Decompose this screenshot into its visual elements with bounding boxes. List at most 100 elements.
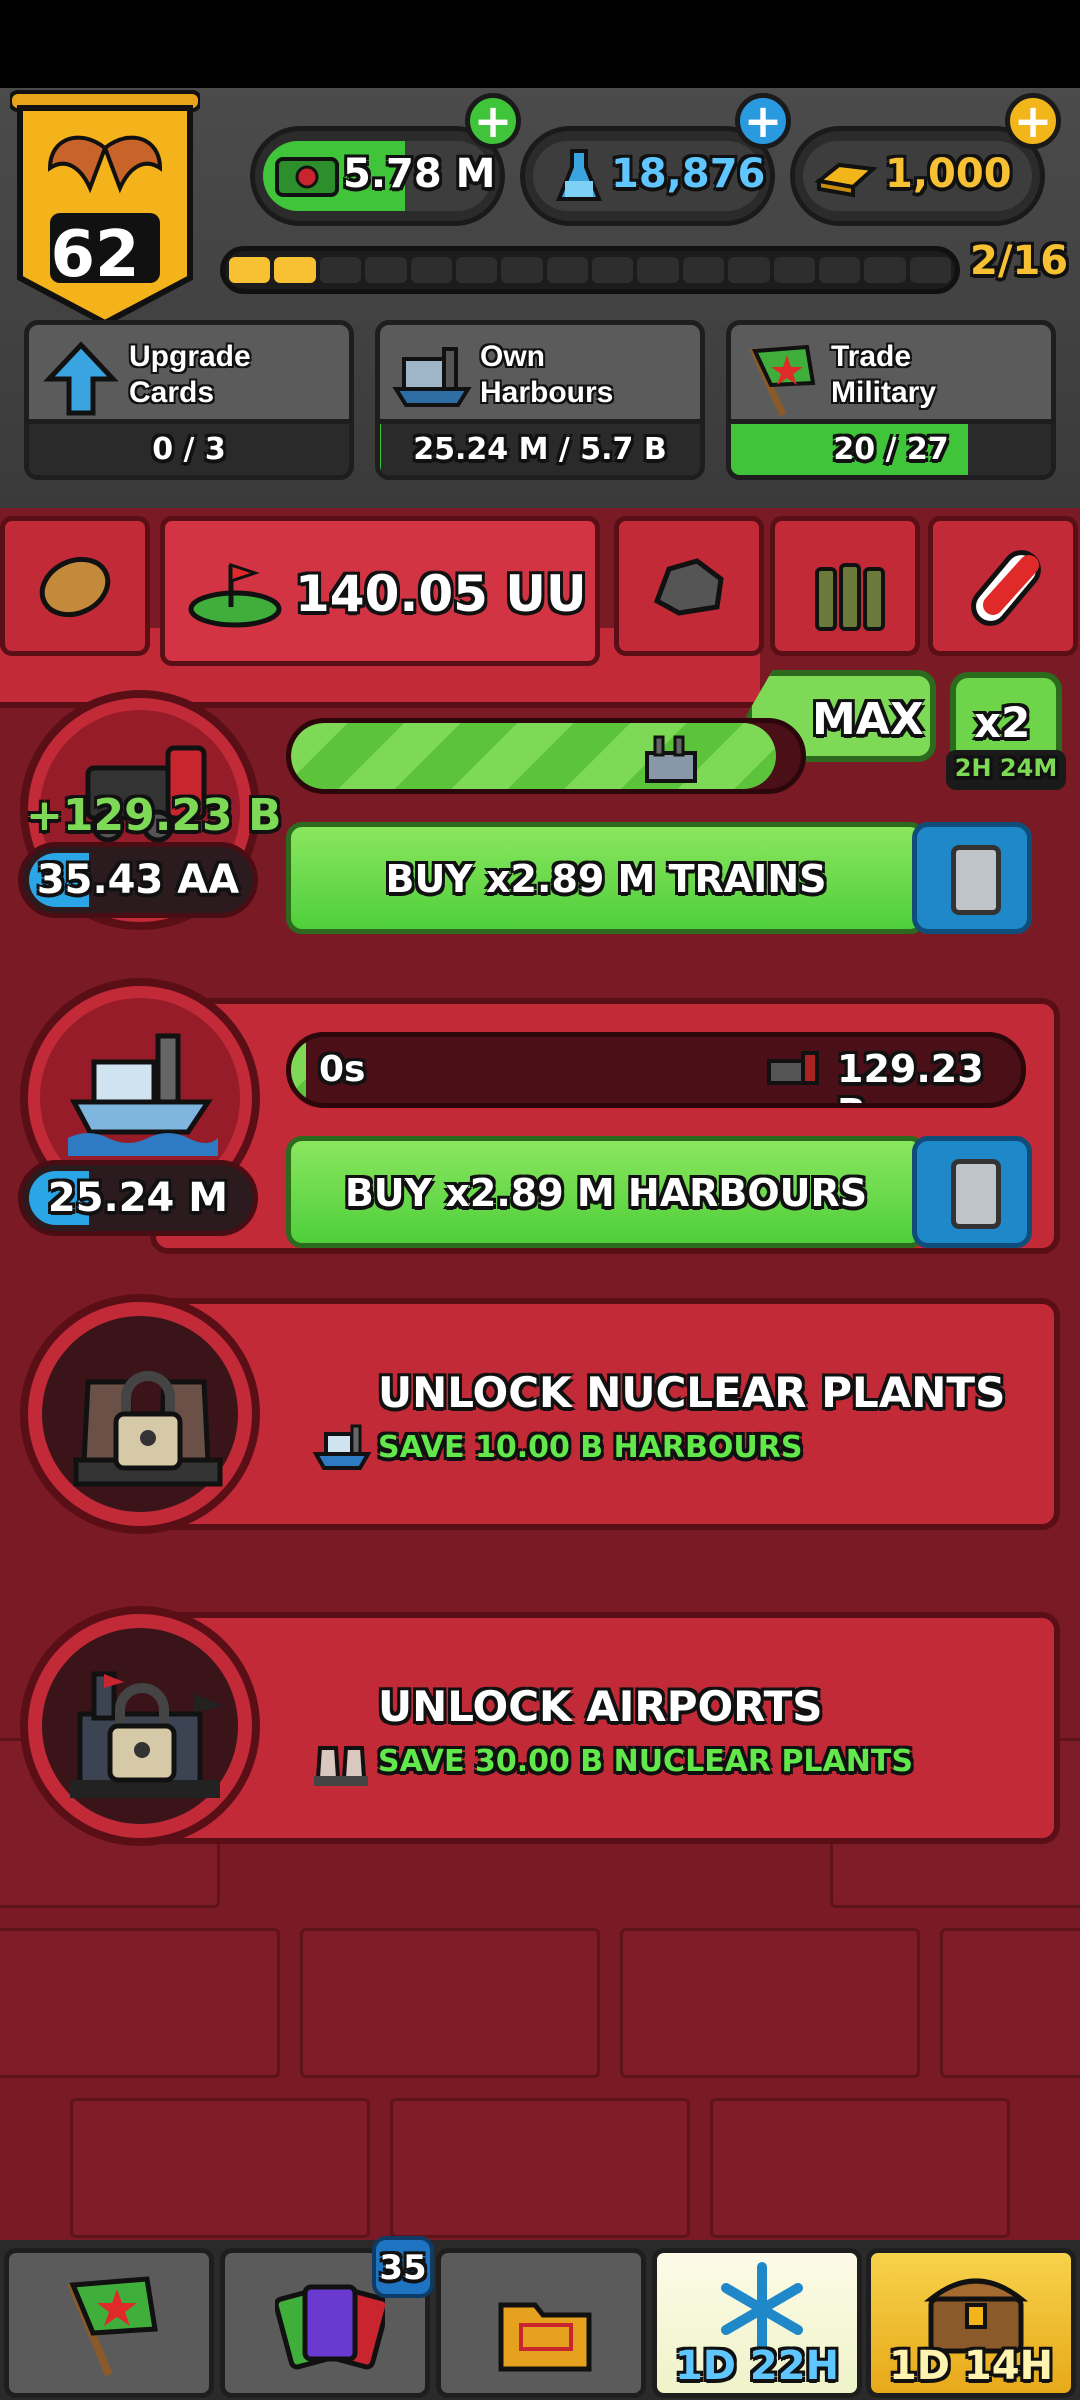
- xp-segment: [365, 257, 407, 283]
- task-trade-military[interactable]: Trade Military 20 / 27: [726, 320, 1056, 480]
- folder-icon: [498, 2302, 592, 2372]
- harbours-progress-bar: 0s 129.23 B: [286, 1032, 1026, 1108]
- card-icon: [951, 1159, 1001, 1229]
- task-progress-text: 0 / 3: [152, 432, 226, 467]
- xp-progress-bar: [220, 246, 960, 294]
- currency-value: 140.05 UU: [295, 565, 587, 623]
- pill-icon: [971, 550, 1041, 626]
- tab-ore[interactable]: [614, 516, 764, 656]
- flask-icon: [556, 149, 602, 201]
- xp-segment: [637, 257, 679, 283]
- xp-segment: [864, 257, 906, 283]
- unlock-airports-title: UNLOCK AIRPORTS: [378, 1682, 823, 1731]
- tab-food[interactable]: [0, 516, 150, 656]
- flag-icon: [67, 2276, 158, 2377]
- bottom-nav: 1D 22H 1D 14H: [0, 2240, 1080, 2400]
- top-hud: 5.78 M + 18,876 + 1,000 + 62 2/16 Upgrad…: [0, 88, 1080, 508]
- airport-lock-icon: [70, 1671, 224, 1798]
- harbour-small-icon: [312, 1424, 372, 1470]
- event-timer: 1D 22H: [674, 2343, 840, 2389]
- buy-harbours-label: BUY x2.89 M HARBOURS: [344, 1171, 868, 1215]
- cards-icon: [275, 2284, 385, 2370]
- level-banner[interactable]: [10, 88, 200, 333]
- nuclear-plant-lock-icon: [73, 1371, 223, 1487]
- nav-missions[interactable]: [436, 2248, 646, 2398]
- task-progress-text: 25.24 M / 5.7 B: [413, 432, 667, 467]
- train-small-icon: [767, 1051, 819, 1085]
- bullets-icon: [815, 563, 885, 631]
- buy-harbours-button[interactable]: BUY x2.89 M HARBOURS: [286, 1136, 926, 1248]
- nav-winter-event[interactable]: 1D 22H: [652, 2248, 862, 2398]
- task-progress-text: 20 / 27: [833, 432, 949, 467]
- harbours-card-button[interactable]: [912, 1136, 1032, 1248]
- task-title-line2: Military: [831, 376, 937, 409]
- cards-badge: 35: [372, 2236, 434, 2298]
- buy-trains-label: BUY x2.89 M TRAINS: [385, 857, 827, 901]
- xp-segment: [909, 257, 951, 283]
- science-value: 18,876: [611, 151, 766, 197]
- card-icon: [951, 845, 1001, 915]
- task-title-line2: Cards: [129, 376, 215, 409]
- cash-add-button[interactable]: +: [465, 93, 521, 149]
- harbours-time: 0s: [319, 1049, 366, 1090]
- chest-timer: 1D 14H: [888, 2343, 1054, 2389]
- xp-segment: [229, 257, 271, 283]
- level-number: 62: [50, 218, 140, 292]
- buy-trains-button[interactable]: BUY x2.89 M TRAINS: [286, 822, 926, 934]
- harbours-owned: 25.24 M: [47, 1175, 229, 1221]
- flag-icon: [749, 344, 816, 417]
- task-title-line2: Harbours: [480, 376, 614, 409]
- task-title-line1: Own: [480, 340, 545, 373]
- gold-bars-icon: [814, 162, 878, 198]
- max-label: MAX: [812, 694, 924, 745]
- task-title-line1: Upgrade: [129, 340, 251, 373]
- unlock-nuclear-title: UNLOCK NUCLEAR PLANTS: [378, 1368, 1006, 1417]
- tab-medicine[interactable]: [928, 516, 1078, 656]
- xp-segment: [319, 257, 362, 283]
- unlock-nuclear-requirement: SAVE 10.00 B HARBOURS: [378, 1430, 803, 1465]
- trains-card-button[interactable]: [912, 822, 1032, 934]
- science-pill[interactable]: 18,876: [520, 126, 775, 226]
- task-progress: 0 / 3: [29, 419, 349, 475]
- harbour-icon: [392, 347, 472, 407]
- tab-land[interactable]: 140.05 UU: [160, 516, 600, 666]
- gold-add-button[interactable]: +: [1005, 93, 1061, 149]
- tab-ammo[interactable]: [770, 516, 920, 656]
- gold-value: 1,000: [885, 151, 1012, 197]
- trains-income-popup: +129.23 B: [26, 790, 282, 841]
- nav-military[interactable]: [4, 2248, 214, 2398]
- task-title-line1: Trade: [831, 340, 912, 373]
- xp-label: 2/16: [970, 238, 1069, 284]
- nuclear-plants-avatar: [20, 1294, 260, 1534]
- task-progress: 25.24 M / 5.7 B: [380, 419, 700, 475]
- up-arrow-icon: [43, 341, 119, 416]
- land-flag-icon: [188, 562, 282, 628]
- task-progress: 20 / 27: [731, 419, 1051, 475]
- xp-segment: [501, 257, 543, 283]
- x2-timer-pill: 2H 24M: [946, 750, 1066, 790]
- x2-timer: 2H 24M: [954, 754, 1058, 782]
- trains-progress-bar: [286, 718, 806, 794]
- task-upgrade-cards[interactable]: Upgrade Cards 0 / 3: [24, 320, 354, 480]
- xp-segment: [818, 257, 861, 283]
- trains-owned: 35.43 AA: [36, 857, 240, 903]
- xp-segment: [592, 257, 634, 283]
- xp-segment: [274, 257, 316, 283]
- harbours-owned-pill: 25.24 M: [18, 1160, 258, 1236]
- trains-owned-pill: 35.43 AA: [18, 842, 258, 918]
- science-add-button[interactable]: +: [735, 93, 791, 149]
- potato-icon: [39, 556, 111, 618]
- xp-segment: [410, 257, 452, 283]
- gold-pill[interactable]: 1,000: [790, 126, 1045, 226]
- x2-label: x2: [974, 698, 1031, 747]
- ore-rock-icon: [653, 558, 724, 616]
- xp-segment: [546, 257, 588, 283]
- factory-icon: [645, 735, 697, 783]
- airports-avatar: [20, 1606, 260, 1846]
- nav-chest[interactable]: 1D 14H: [866, 2248, 1076, 2398]
- cash-icon: [275, 157, 339, 197]
- xp-segment: [773, 257, 815, 283]
- cash-pill[interactable]: 5.78 M: [250, 126, 505, 226]
- xp-segment: [728, 257, 770, 283]
- task-own-harbours[interactable]: Own Harbours 25.24 M / 5.7 B: [375, 320, 705, 480]
